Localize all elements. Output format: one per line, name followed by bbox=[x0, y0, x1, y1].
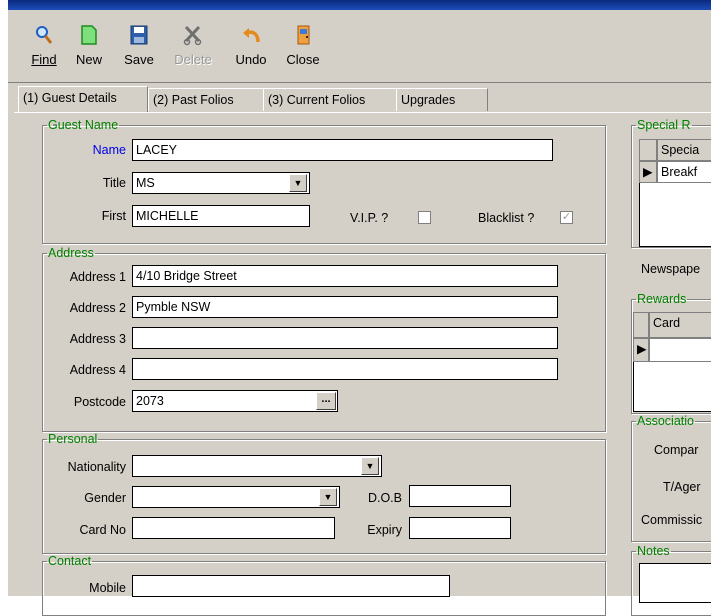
new-button[interactable]: New bbox=[69, 24, 109, 76]
name-field[interactable]: LACEY bbox=[132, 139, 553, 161]
new-label: New bbox=[75, 52, 102, 67]
row-pointer-icon: ▶ bbox=[639, 161, 657, 183]
mobile-label: Mobile bbox=[89, 581, 126, 595]
address3-label: Address 3 bbox=[69, 332, 126, 346]
blacklist-label: Blacklist ? bbox=[478, 211, 535, 225]
tab-strip: (1) Guest Details (2) Past Folios (3) Cu… bbox=[18, 86, 708, 112]
special-requests-legend: Special R bbox=[637, 118, 691, 132]
address2-label: Address 2 bbox=[69, 301, 126, 315]
postcode-lookup-button[interactable]: ... bbox=[316, 392, 336, 410]
notes-legend: Notes bbox=[637, 544, 670, 558]
notes-field[interactable] bbox=[639, 563, 711, 603]
grid-cell[interactable]: Breakf bbox=[657, 161, 711, 183]
scissors-icon bbox=[183, 24, 203, 46]
door-icon bbox=[293, 24, 313, 46]
gender-select[interactable] bbox=[132, 486, 340, 508]
grid-column-header: Specia bbox=[657, 139, 711, 161]
address-legend: Address bbox=[48, 246, 94, 260]
tab-upgrades[interactable]: Upgrades bbox=[396, 88, 488, 111]
address1-label: Address 1 bbox=[69, 270, 126, 284]
guest-name-legend: Guest Name bbox=[48, 118, 119, 132]
nationality-select[interactable] bbox=[132, 455, 382, 477]
address4-label: Address 4 bbox=[69, 363, 126, 377]
guest-name-group: Guest Name bbox=[42, 118, 606, 244]
tab-past-folios[interactable]: (2) Past Folios bbox=[148, 88, 264, 111]
close-button[interactable]: Close bbox=[283, 24, 323, 76]
toolbar: Find New Save Delete Undo Close bbox=[8, 10, 711, 83]
grid-cell[interactable] bbox=[649, 338, 711, 362]
expiry-field[interactable] bbox=[409, 517, 511, 539]
expiry-label: Expiry bbox=[367, 523, 402, 537]
title-select[interactable]: MS bbox=[132, 172, 310, 194]
rewards-legend: Rewards bbox=[637, 292, 687, 306]
undo-label: Undo bbox=[235, 52, 267, 67]
grid-corner bbox=[633, 312, 649, 338]
title-label: Title bbox=[102, 176, 126, 190]
address3-field[interactable] bbox=[132, 327, 558, 349]
floppy-disk-icon bbox=[129, 24, 149, 46]
mobile-field[interactable] bbox=[132, 575, 450, 597]
chevron-down-icon[interactable]: ▼ bbox=[289, 174, 307, 192]
address2-field[interactable]: Pymble NSW bbox=[132, 296, 558, 318]
dob-field[interactable] bbox=[409, 485, 511, 507]
postcode-label: Postcode bbox=[73, 395, 126, 409]
undo-arrow-icon bbox=[241, 24, 261, 46]
travel-agent-label: T/Ager bbox=[663, 480, 701, 494]
new-document-icon bbox=[79, 24, 99, 46]
find-label: Find bbox=[31, 52, 57, 67]
first-label: First bbox=[101, 209, 126, 223]
associations-legend: Associatio bbox=[637, 414, 694, 428]
contact-legend: Contact bbox=[48, 554, 92, 568]
vip-label: V.I.P. ? bbox=[350, 211, 389, 225]
close-label: Close bbox=[286, 52, 320, 67]
cardno-field[interactable] bbox=[132, 517, 335, 539]
tab-current-folios[interactable]: (3) Current Folios bbox=[263, 88, 397, 111]
chevron-down-icon[interactable]: ▼ bbox=[319, 488, 337, 506]
personal-legend: Personal bbox=[48, 432, 98, 446]
undo-button[interactable]: Undo bbox=[231, 24, 271, 76]
first-name-field[interactable]: MICHELLE bbox=[132, 205, 310, 227]
chevron-down-icon[interactable]: ▼ bbox=[361, 457, 379, 475]
row-pointer-icon: ▶ bbox=[633, 338, 649, 362]
commission-label: Commissic bbox=[641, 513, 703, 527]
title-bar bbox=[8, 0, 711, 10]
gender-label: Gender bbox=[84, 491, 126, 505]
nationality-label: Nationality bbox=[67, 460, 126, 474]
save-label: Save bbox=[124, 52, 154, 67]
save-button[interactable]: Save bbox=[119, 24, 159, 76]
newspaper-label: Newspape bbox=[641, 262, 701, 276]
cardno-label: Card No bbox=[79, 523, 126, 537]
postcode-field[interactable]: 2073 bbox=[132, 390, 338, 412]
dob-label: D.O.B bbox=[367, 491, 402, 505]
vip-checkbox[interactable] bbox=[418, 211, 431, 224]
address1-field[interactable]: 4/10 Bridge Street bbox=[132, 265, 558, 287]
magnifier-icon bbox=[34, 24, 54, 46]
delete-button[interactable]: Delete bbox=[173, 24, 213, 76]
delete-label: Delete bbox=[174, 52, 212, 67]
find-button[interactable]: Find bbox=[24, 24, 64, 76]
tab-guest-details[interactable]: (1) Guest Details bbox=[18, 86, 148, 112]
name-label: Name bbox=[92, 143, 126, 157]
grid-column-header: Card bbox=[649, 312, 711, 338]
company-label: Compar bbox=[654, 443, 699, 457]
blacklist-checkbox[interactable]: ✓ bbox=[560, 211, 573, 224]
grid-corner bbox=[639, 139, 657, 161]
address4-field[interactable] bbox=[132, 358, 558, 380]
